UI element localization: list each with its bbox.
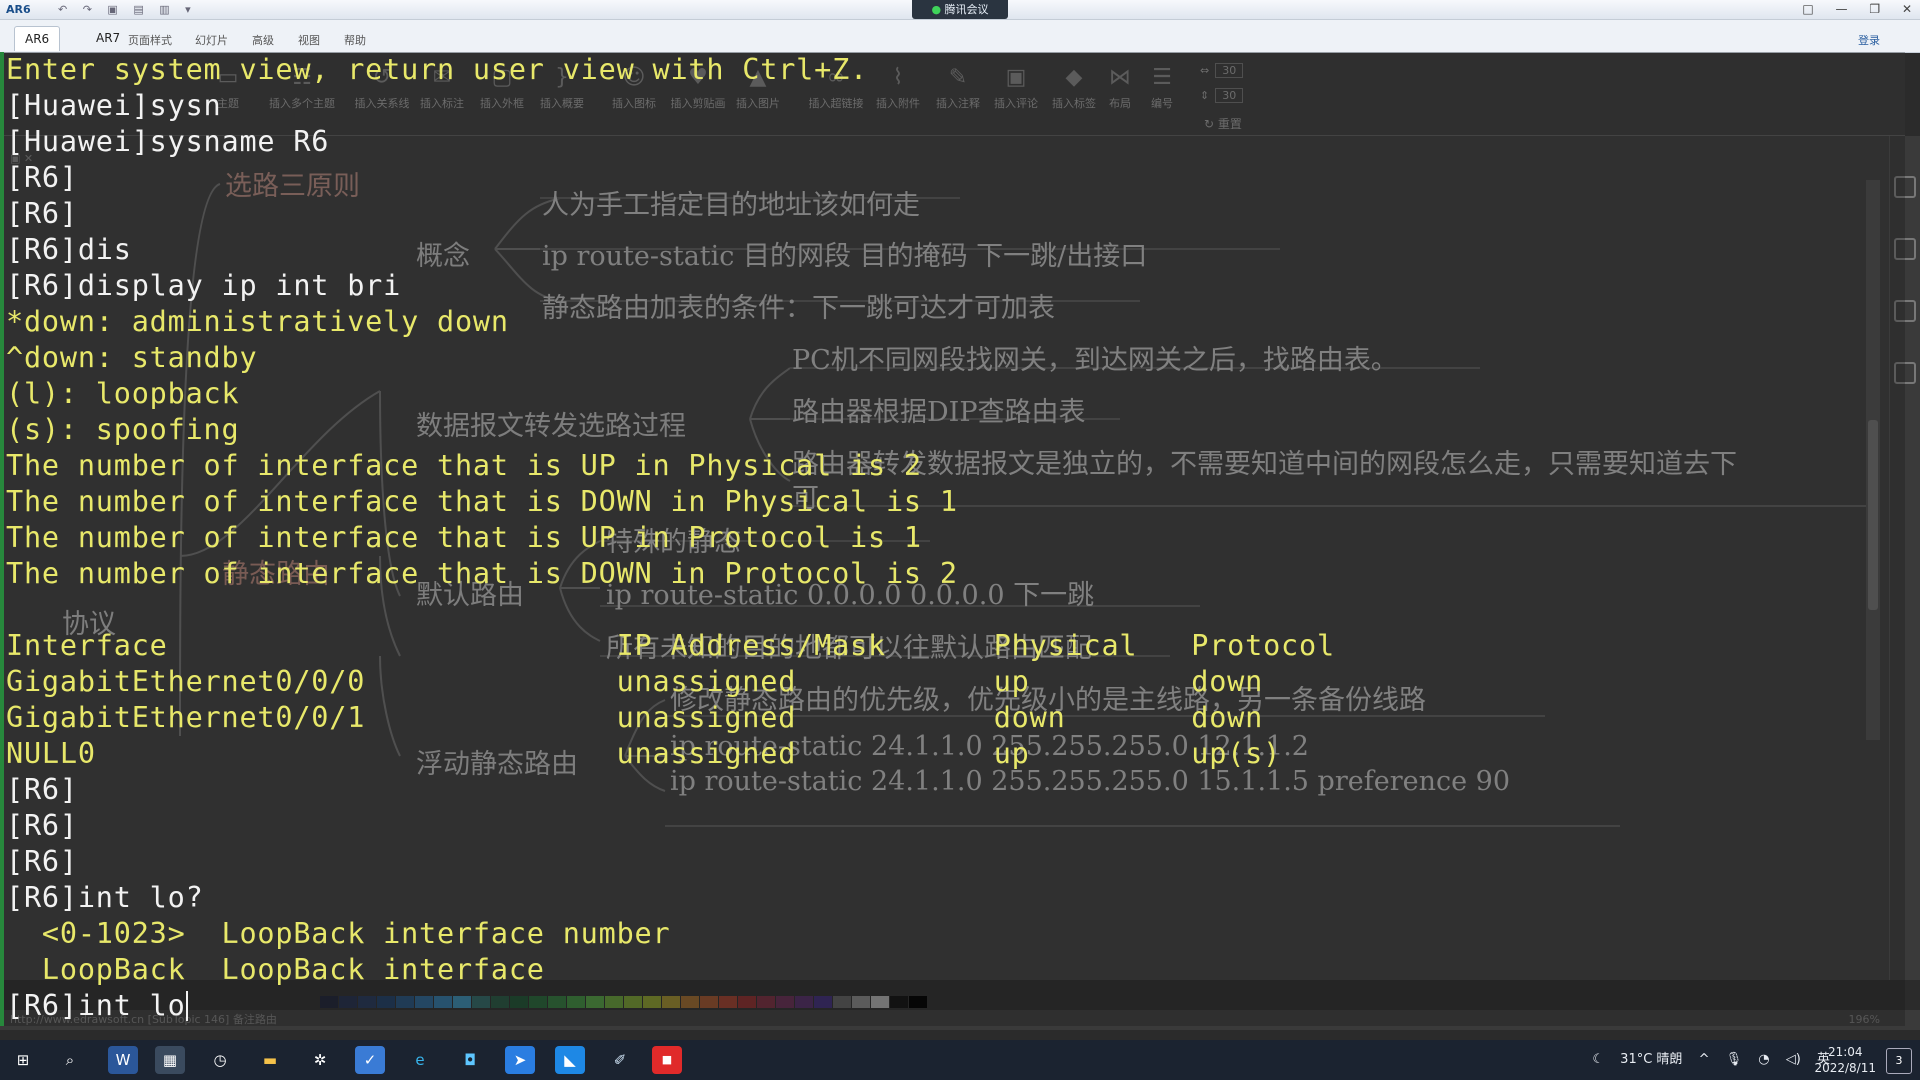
close-button[interactable]: ✕ — [1902, 2, 1912, 16]
terminal-line: Enter system view, return user view with… — [6, 53, 869, 86]
windows-start-icon[interactable]: ⊞ — [8, 1046, 38, 1074]
microphone-icon[interactable]: 🎙 — [1726, 1052, 1743, 1067]
menu-page-style[interactable]: 页面样式 — [128, 32, 172, 48]
edge-icon[interactable]: e — [405, 1046, 435, 1074]
title-bar: AR6 ↶ ↷ ▣ ▤ ▥ ▾ ● 腾讯会议 □ — ❐ ✕ — [0, 0, 1920, 20]
tab-ar7[interactable]: AR7 — [86, 26, 130, 50]
terminal-line: The number of interface that is DOWN in … — [6, 557, 958, 590]
terminal-line: Interface IP Address/Mask Physical Proto… — [6, 629, 1335, 662]
terminal-line: GigabitEthernet0/0/0 unassigned up down — [6, 665, 1264, 698]
tab-bar: AR6 AR7 页面样式 幻灯片 高级 视图 帮助 登录 — [0, 20, 1920, 53]
weather-text[interactable]: 31°C 晴朗 — [1620, 1052, 1682, 1067]
word-icon[interactable]: W — [108, 1046, 138, 1074]
terminal-line: [Huawei]sysname R6 — [6, 125, 330, 158]
search-icon[interactable]: ⌕ — [55, 1046, 85, 1074]
terminal-line: [R6] — [6, 161, 78, 194]
feishu-icon[interactable]: ➤ — [505, 1046, 535, 1074]
system-tray: ☾ 31°C 晴朗 ^ 🎙 ◔ ◁) 英 — [1580, 1040, 1830, 1080]
notification-center-icon[interactable]: 3 — [1886, 1048, 1912, 1074]
terminal-line: [R6] — [6, 773, 78, 806]
tray-expand-icon[interactable]: ^ — [1699, 1052, 1710, 1067]
terminal-line: The number of interface that is DOWN in … — [6, 485, 958, 518]
clock-app-icon[interactable]: ◷ — [205, 1046, 235, 1074]
clock-date: 2022/8/11 — [1814, 1061, 1876, 1075]
file-explorer-icon[interactable]: ▬ — [255, 1046, 285, 1074]
maximize-button[interactable]: ❐ — [1869, 2, 1880, 16]
terminal-window[interactable]: Enter system view, return user view with… — [0, 52, 1905, 1026]
meeting-indicator[interactable]: ● 腾讯会议 — [912, 0, 1008, 19]
terminal-line: The number of interface that is UP in Pr… — [6, 521, 922, 554]
terminal-line: GigabitEthernet0/0/1 unassigned down dow… — [6, 701, 1264, 734]
menu-help[interactable]: 帮助 — [344, 32, 366, 48]
notepad-icon[interactable]: ✐ — [605, 1046, 635, 1074]
terminal-line: (s): spoofing — [6, 413, 240, 446]
volume-icon[interactable]: ◁) — [1786, 1052, 1801, 1067]
login-link[interactable]: 登录 — [1858, 32, 1880, 48]
signal-icon: ● — [931, 3, 945, 16]
terminal-line: [R6]int lo — [6, 989, 188, 1022]
terminal-line: *down: administratively down — [6, 305, 509, 338]
clock-time: 21:04 — [1827, 1045, 1863, 1059]
terminal-line: NULL0 unassigned up up(s) — [6, 737, 1282, 770]
clock[interactable]: 21:04 2022/8/11 — [1814, 1044, 1876, 1076]
meeting-app-icon[interactable]: ◣ — [555, 1046, 585, 1074]
window-controls: □ — ❐ ✕ — [1784, 2, 1912, 16]
terminal-line: (l): loopback — [6, 377, 240, 410]
terminal-line: The number of interface that is UP in Ph… — [6, 449, 922, 482]
messenger-icon[interactable]: ✓ — [355, 1046, 385, 1074]
menu-slides[interactable]: 幻灯片 — [195, 32, 228, 48]
settings-app-icon[interactable]: ✲ — [305, 1046, 335, 1074]
terminal-line: [R6] — [6, 845, 78, 878]
network-icon[interactable]: ◔ — [1758, 1052, 1769, 1067]
terminal-line: ^down: standby — [6, 341, 258, 374]
moon-icon: ☾ — [1592, 1052, 1605, 1067]
terminal-line: [R6]int lo? — [6, 881, 204, 914]
terminal-cursor — [185, 991, 188, 1021]
terminal-line: <0-1023> LoopBack interface number — [6, 917, 671, 950]
meeting-label: 腾讯会议 — [944, 3, 989, 16]
terminal-line: [R6]display ip int bri — [6, 269, 402, 302]
terminal-line: LoopBack LoopBack interface — [6, 953, 545, 986]
terminal-line: [R6]dis — [6, 233, 132, 266]
virtualbox-icon[interactable]: ◘ — [455, 1046, 485, 1074]
red-app-icon[interactable]: ■ — [652, 1046, 682, 1074]
menu-advanced[interactable]: 高级 — [252, 32, 274, 48]
minimize-button[interactable]: — — [1836, 2, 1848, 16]
app-label: AR6 — [6, 3, 31, 16]
quick-access-toolbar[interactable]: ↶ ↷ ▣ ▤ ▥ ▾ — [58, 3, 197, 16]
terminal-line: [R6] — [6, 809, 78, 842]
restore-icon[interactable]: □ — [1802, 2, 1813, 16]
terminal-line: [R6] — [6, 197, 78, 230]
terminal-output: Enter system view, return user view with… — [6, 52, 1335, 1024]
terminal-line: [Huawei]sysn — [6, 89, 222, 122]
tab-ar6[interactable]: AR6 — [14, 26, 61, 51]
menu-view[interactable]: 视图 — [298, 32, 320, 48]
taskbar: ⊞ ⌕ W ▦ ◷ ▬ ✲ ✓ e ◘ ➤ ◣ ✐ ■ ☾ 31°C 晴朗 ^ … — [0, 1040, 1920, 1080]
ensp-icon[interactable]: ▦ — [155, 1046, 185, 1074]
